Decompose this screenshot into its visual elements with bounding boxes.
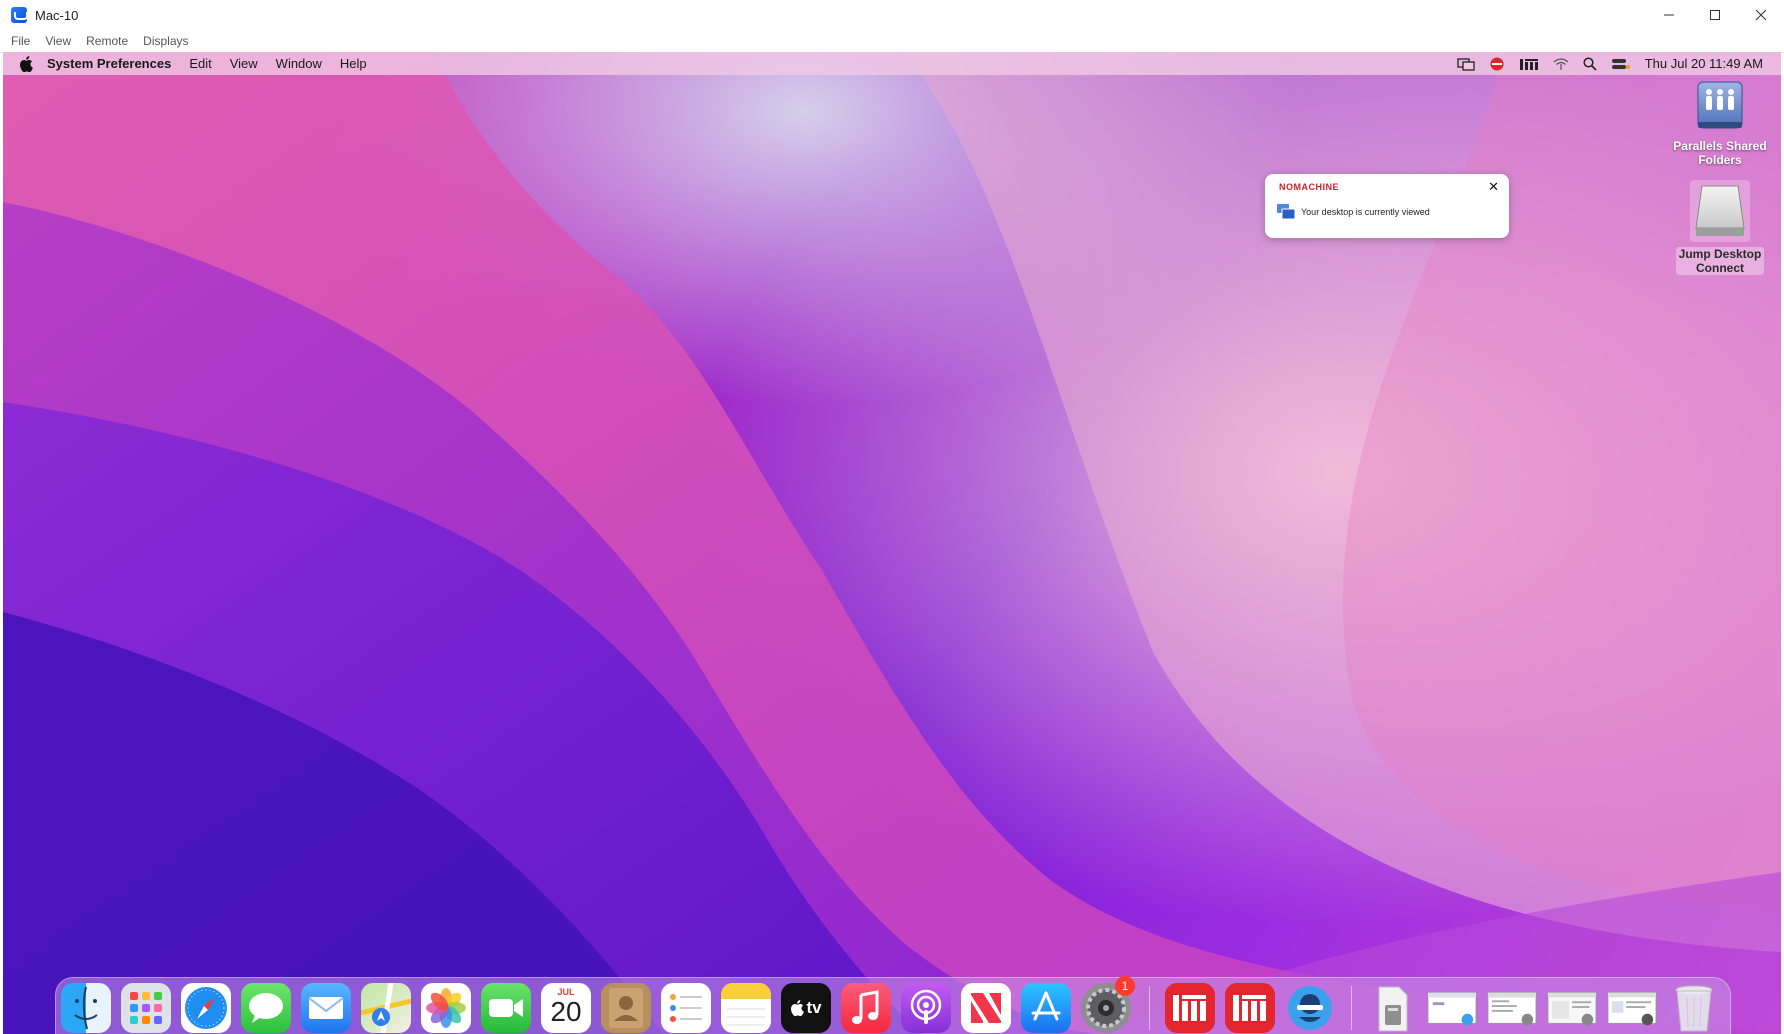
shared-folders-drive-icon	[1697, 81, 1743, 129]
screen-share-icon	[1277, 204, 1295, 219]
wifi-icon[interactable]	[1553, 57, 1569, 71]
dock-nomachine-service-icon[interactable]	[1225, 983, 1275, 1033]
notification-message: Your desktop is currently viewed	[1301, 207, 1430, 217]
maximize-button[interactable]	[1692, 0, 1738, 30]
dock-messages-icon[interactable]	[241, 983, 291, 1033]
minimize-button[interactable]	[1646, 0, 1692, 30]
dock-maps-icon[interactable]	[361, 983, 411, 1033]
dock-documents-stack-icon[interactable]	[1367, 983, 1417, 1033]
dock-calendar-icon[interactable]: JUL 20	[541, 983, 591, 1033]
dock-photos-icon[interactable]	[421, 983, 471, 1033]
menu-view[interactable]: View	[230, 56, 258, 71]
dock-mail-icon[interactable]	[301, 983, 351, 1033]
notification-close-icon[interactable]: ✕	[1488, 179, 1499, 195]
menu-file[interactable]: File	[11, 34, 30, 48]
desktop-icon-label: Jump Desktop Connect	[1675, 247, 1765, 275]
dock: JUL 20 tv 1	[55, 976, 1731, 1034]
dock-tv-icon[interactable]: tv	[781, 983, 831, 1033]
minimize-icon	[1664, 14, 1674, 16]
nomachine-brand: NOMACHINE	[1279, 182, 1339, 192]
screen-mirroring-icon[interactable]	[1457, 57, 1475, 71]
dock-facetime-icon[interactable]	[481, 983, 531, 1033]
app-logo-icon	[11, 7, 28, 23]
spotlight-search-icon[interactable]	[1583, 56, 1597, 71]
desktop-icon-jump-desktop-connect[interactable]: Jump Desktop Connect	[1665, 180, 1775, 277]
control-center-icon[interactable]	[1611, 57, 1631, 71]
menu-edit[interactable]: Edit	[189, 56, 211, 71]
maximize-icon	[1710, 10, 1720, 20]
menubar-clock[interactable]: Thu Jul 20 11:49 AM	[1645, 56, 1763, 71]
dock-reminders-icon[interactable]	[661, 983, 711, 1033]
dock-window-thumbnail-icon[interactable]	[1487, 983, 1537, 1033]
dock-separator	[1149, 986, 1150, 1030]
menu-remote[interactable]: Remote	[86, 34, 128, 48]
dock-finder-icon[interactable]	[61, 983, 111, 1033]
dock-jump-desktop-icon[interactable]	[1285, 983, 1335, 1033]
dock-app-store-icon[interactable]	[1021, 983, 1071, 1033]
close-icon	[1755, 9, 1767, 21]
dock-safari-icon[interactable]	[181, 983, 231, 1033]
desktop-icon-label: Parallels Shared Folders	[1673, 139, 1767, 167]
tv-label: tv	[806, 998, 822, 1017]
dock-contacts-icon[interactable]	[601, 983, 651, 1033]
window-titlebar[interactable]: Mac-10	[0, 0, 1784, 30]
apple-logo-icon[interactable]	[19, 55, 33, 72]
menu-window[interactable]: Window	[276, 56, 322, 71]
dock-separator	[1351, 986, 1352, 1030]
calendar-day: 20	[550, 996, 582, 1027]
dock-window-thumbnail-icon[interactable]	[1427, 983, 1477, 1033]
dock-music-icon[interactable]	[841, 983, 891, 1033]
recording-icon[interactable]	[1489, 56, 1505, 72]
menu-displays[interactable]: Displays	[143, 34, 188, 48]
window-title: Mac-10	[35, 7, 79, 23]
dock-window-thumbnail-icon[interactable]	[1607, 983, 1657, 1033]
menu-view[interactable]: View	[45, 34, 71, 48]
dock-trash-icon[interactable]	[1669, 983, 1719, 1033]
dock-news-icon[interactable]	[961, 983, 1011, 1033]
system-preferences-badge: 1	[1115, 976, 1135, 996]
host-menubar: File View Remote Displays	[0, 30, 1784, 53]
dock-podcasts-icon[interactable]	[901, 983, 951, 1033]
dock-nomachine-icon[interactable]	[1165, 983, 1215, 1033]
mac-menubar: System Preferences Edit View Window Help	[3, 52, 1781, 75]
dock-window-thumbnail-icon[interactable]	[1547, 983, 1597, 1033]
desktop-icon-parallels-shared-folders[interactable]: Parallels Shared Folders	[1665, 78, 1775, 167]
nomachine-notification[interactable]: NOMACHINE ✕ Your desktop is currently vi…	[1265, 174, 1509, 238]
disk-image-icon	[1690, 180, 1750, 242]
remote-desktop-window: Mac-10 File View Remote Displays System …	[0, 0, 1784, 1034]
nomachine-status-icon[interactable]	[1519, 57, 1539, 71]
mac-desktop[interactable]: System Preferences Edit View Window Help	[3, 52, 1781, 1034]
wallpaper	[3, 52, 1781, 1034]
dock-launchpad-icon[interactable]	[121, 983, 171, 1033]
dock-notes-icon[interactable]	[721, 983, 771, 1033]
close-button[interactable]	[1738, 0, 1784, 30]
menu-app-name[interactable]: System Preferences	[47, 56, 171, 71]
menu-help[interactable]: Help	[340, 56, 367, 71]
